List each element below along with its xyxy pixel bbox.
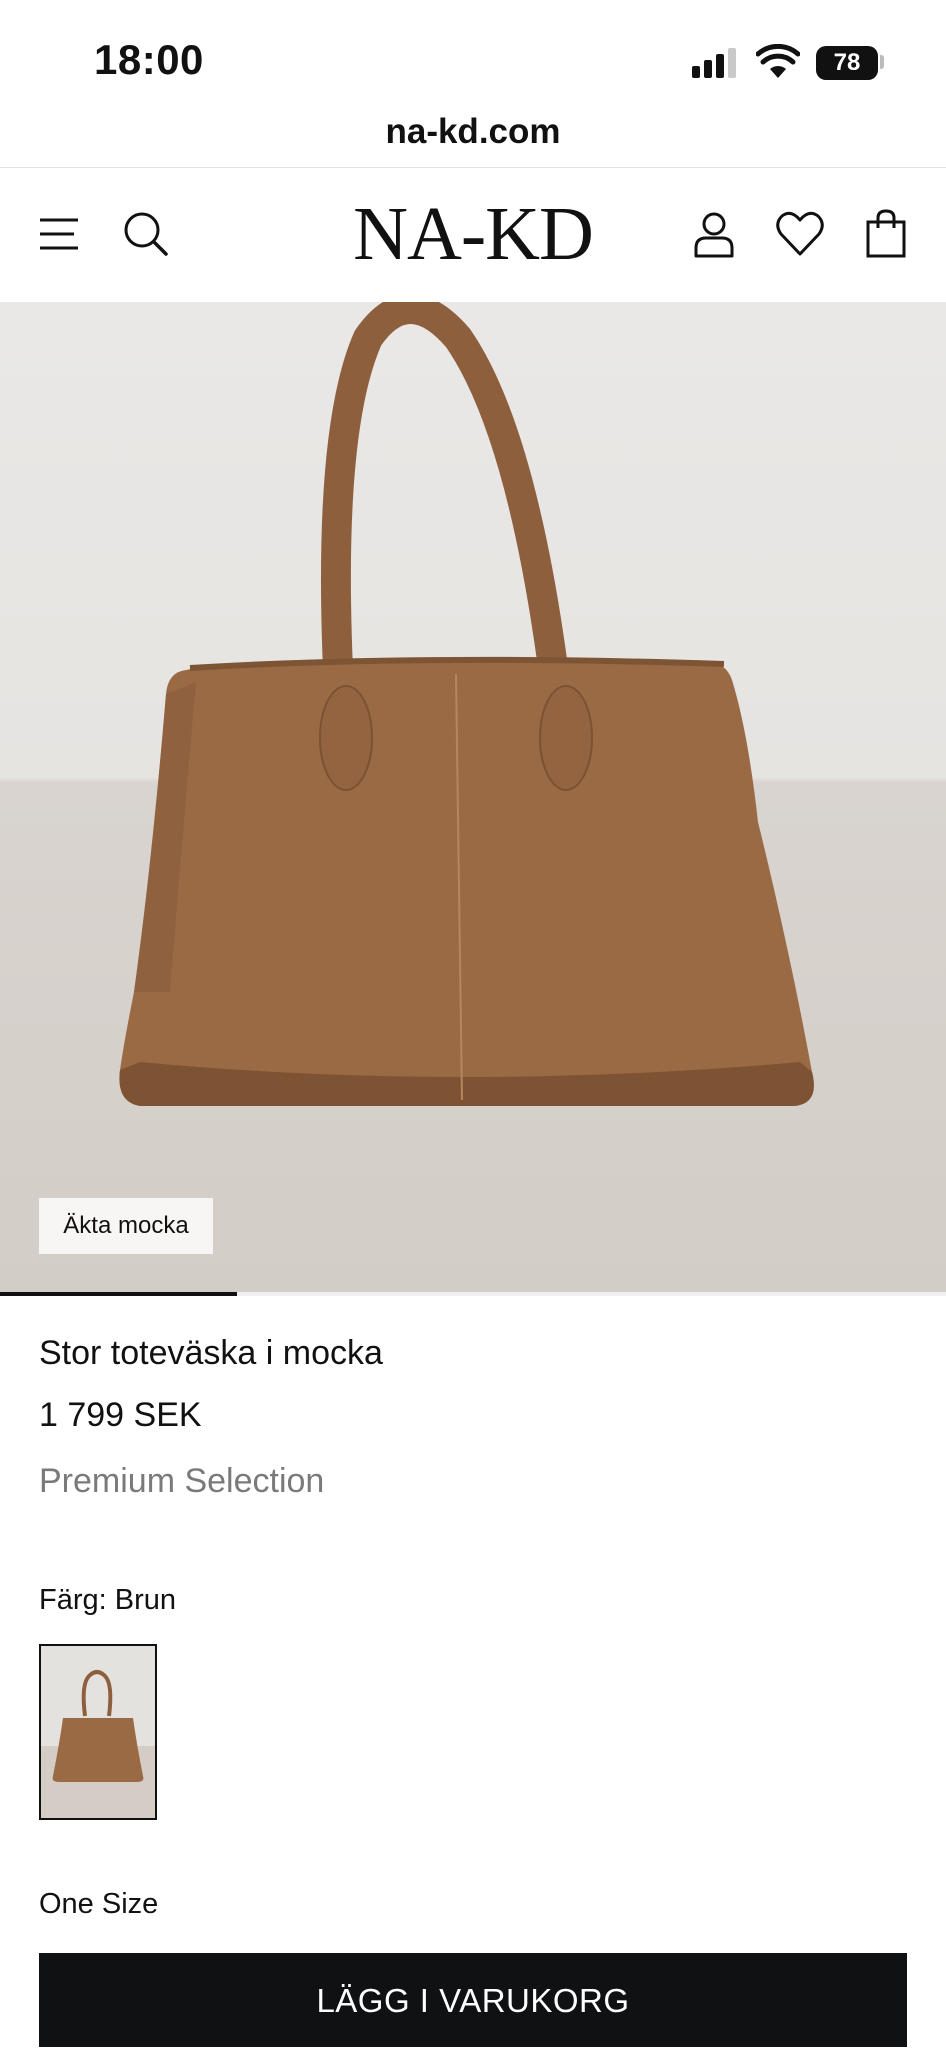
bag-icon[interactable] bbox=[862, 208, 914, 260]
account-icon[interactable] bbox=[688, 208, 740, 260]
suede-tote-bag-image bbox=[119, 302, 814, 1106]
url-bar[interactable]: na-kd.com bbox=[0, 108, 946, 168]
product-image[interactable]: Äkta mocka bbox=[0, 302, 946, 1292]
add-to-cart-button[interactable]: LÄGG I VARUKORG bbox=[39, 1953, 907, 2047]
signal-icon bbox=[692, 48, 740, 78]
menu-icon[interactable] bbox=[36, 208, 88, 260]
collection-label: Premium Selection bbox=[39, 1462, 325, 1500]
site-logo[interactable]: NA-KD bbox=[340, 194, 606, 274]
material-badge: Äkta mocka bbox=[39, 1198, 213, 1254]
color-swatch-brown[interactable] bbox=[39, 1644, 157, 1820]
status-bar: 18:00 78 bbox=[0, 0, 946, 110]
product-title: Stor toteväska i mocka bbox=[39, 1334, 383, 1372]
battery-indicator: 78 bbox=[816, 46, 878, 80]
gallery-progress-fill bbox=[0, 1292, 237, 1296]
swatch-thumbnail bbox=[52, 1670, 144, 1782]
color-label: Färg: Brun bbox=[39, 1584, 176, 1616]
size-label: One Size bbox=[39, 1888, 159, 1920]
battery-nub bbox=[880, 55, 884, 69]
status-time: 18:00 bbox=[94, 36, 204, 83]
site-header: NA-KD bbox=[0, 168, 946, 302]
search-icon[interactable] bbox=[120, 208, 172, 260]
wifi-icon bbox=[756, 44, 800, 78]
heart-icon[interactable] bbox=[774, 208, 826, 260]
product-price: 1 799 SEK bbox=[39, 1396, 202, 1434]
gallery-progress bbox=[0, 1292, 946, 1296]
